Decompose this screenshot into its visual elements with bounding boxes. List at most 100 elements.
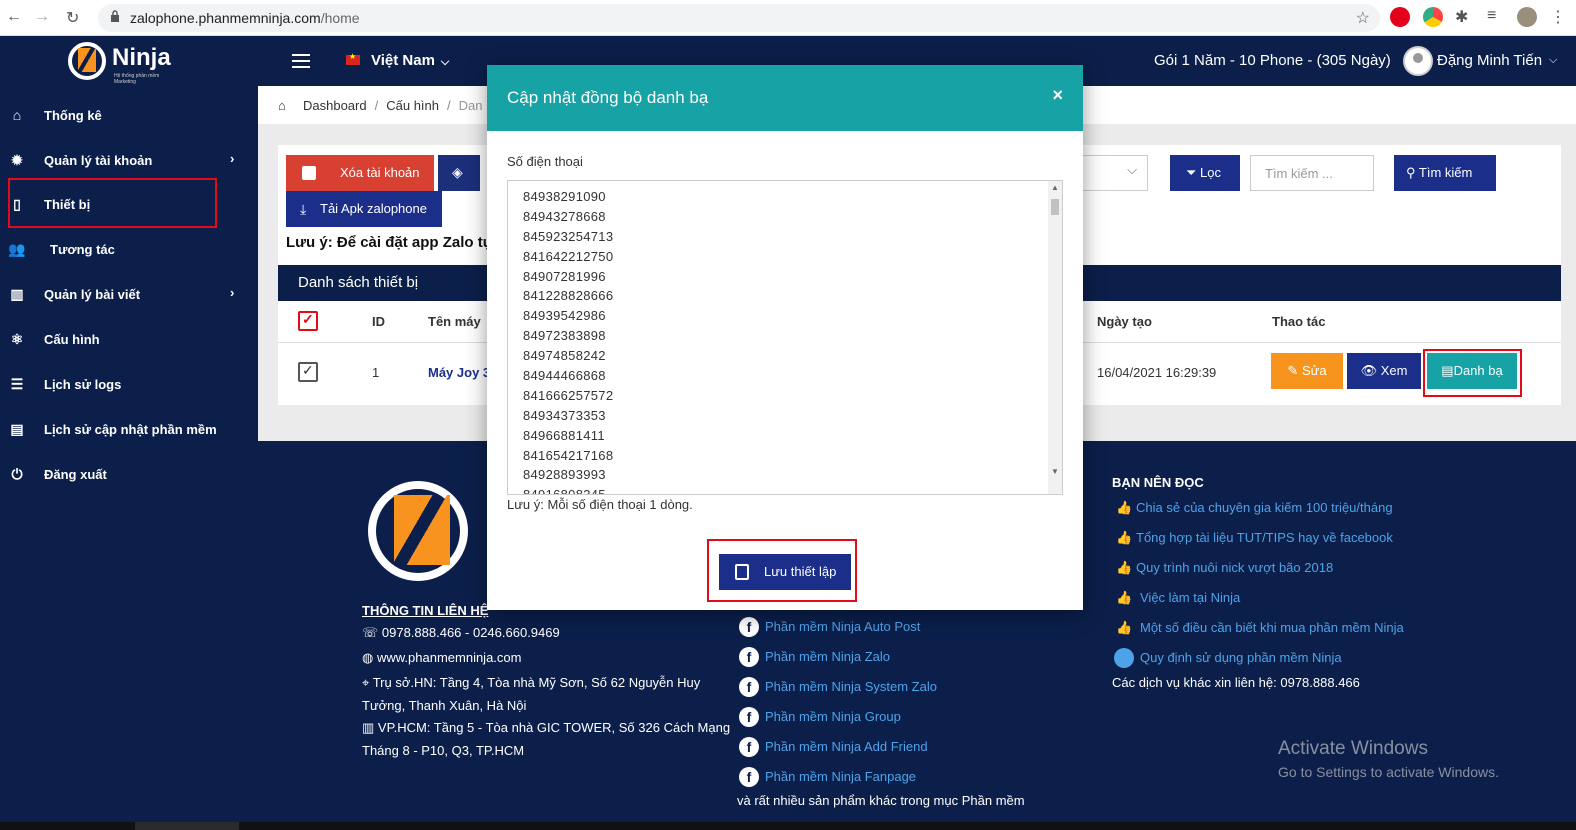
building-icon: ▥ (362, 720, 375, 735)
article-link[interactable]: Tổng hợp tài liệu TUT/TIPS hay về facebo… (1136, 530, 1393, 545)
search-input[interactable]: Tìm kiếm ... (1250, 155, 1374, 191)
home-icon: ⌂ (12, 107, 22, 123)
home-icon[interactable]: ⌂ (278, 98, 286, 113)
sync-contacts-modal: Cập nhật đồng bộ danh bạ × Số điện thoại… (487, 65, 1083, 610)
phone-line: 84938291090 (523, 189, 606, 204)
product-link[interactable]: Phần mềm Ninja System Zalo (765, 679, 937, 694)
phone-line: 84972383898 (523, 328, 606, 344)
menu-dots-icon[interactable]: ⋮ (1548, 7, 1568, 27)
phone-line: 84944466868 (523, 368, 606, 384)
address-bar[interactable]: zalophone.phanmemninja.com/home ☆ (98, 4, 1380, 32)
reading-list-icon[interactable]: ≡ (1487, 7, 1507, 27)
product-link[interactable]: Phần mềm Ninja Zalo (765, 649, 890, 664)
view-button[interactable]: 👁 Xem (1347, 353, 1421, 389)
list-icon: ☰ (10, 376, 24, 392)
phone-line: 84928893993 (523, 467, 606, 483)
plan-info: Gói 1 Năm - 10 Phone - (305 Ngày) (1154, 52, 1391, 69)
modal-note: Lưu ý: Mỗi số điện thoại 1 dòng. (507, 497, 693, 512)
gear-icon: ✹ (11, 152, 23, 168)
back-icon[interactable]: ← (6, 8, 22, 26)
bookmark-star-icon[interactable]: ☆ (1356, 8, 1370, 28)
reload-icon[interactable]: ↻ (66, 8, 79, 28)
article-link[interactable]: Quy định sử dụng phần mềm Ninja (1140, 650, 1342, 665)
edit-button[interactable]: ✎ Sửa (1271, 353, 1343, 389)
book-icon: ▥ (10, 286, 24, 302)
country-selector[interactable]: Việt Nam ⌵ (371, 52, 449, 69)
sidebar-item-quan-ly-tai-khoan[interactable]: ✹ Quản lý tài khoản › (0, 140, 258, 180)
chevron-down-icon[interactable]: ⌵ (1549, 54, 1557, 67)
forward-icon[interactable]: → (34, 8, 50, 26)
delete-account-button[interactable]: Xóa tài khoản (286, 155, 434, 191)
product-link[interactable]: Phần mềm Ninja Add Friend (765, 739, 928, 754)
textarea-scrollbar[interactable]: ▲ ▼ (1048, 181, 1062, 494)
phone-line: 845923254713 (523, 228, 614, 244)
phone-icon: ☏ (362, 625, 379, 640)
phone-line: 84943278668 (523, 208, 606, 224)
sidebar-item-dang-xuat[interactable]: ⏻ Đăng xuất (0, 454, 258, 494)
hamburger-menu-icon[interactable] (292, 54, 310, 68)
ninja-logo[interactable]: Ninja Hệ thống phần mềm Marketing (68, 40, 178, 85)
product-link[interactable]: Phần mềm Ninja Fanpage (765, 769, 916, 784)
article-link[interactable]: Việc làm tại Ninja (1140, 590, 1240, 605)
modal-header: Cập nhật đồng bộ danh bạ × (487, 65, 1083, 131)
article-link[interactable]: Chia sẻ của chuyên gia kiếm 100 triệu/th… (1136, 500, 1393, 515)
breadcrumb-dashboard[interactable]: Dashboard (303, 98, 367, 113)
facebook-icon: f (739, 617, 759, 637)
chrome-extension-icon[interactable] (1423, 7, 1443, 27)
contact-title: THÔNG TIN LIÊN HỆ (362, 603, 489, 618)
search-icon: ⚲ (1406, 165, 1416, 180)
thumbs-up-icon: 👍 (1116, 530, 1133, 545)
breadcrumb-cau-hinh[interactable]: Cấu hình (386, 98, 439, 113)
layers-button[interactable]: ◈ (438, 155, 480, 191)
article-link[interactable]: Quy trình nuôi nick vượt bão 2018 (1136, 560, 1333, 575)
contact-web[interactable]: ◍ www.phanmemninja.com (362, 650, 521, 666)
article-link[interactable]: Một số điều cần biết khi mua phần mềm Ni… (1140, 620, 1404, 635)
contact-hn: ⌖ Trụ sở.HN: Tầng 4, Tòa nhà Mỹ Sơn, Số … (362, 675, 701, 690)
phone-line: 841654217168 (523, 447, 614, 463)
highlight-box-thiet-bi (8, 178, 217, 228)
filter-button[interactable]: ⏷ Lọc (1170, 155, 1240, 191)
scroll-up-icon: ▲ (1051, 183, 1059, 192)
facebook-icon: f (739, 707, 759, 727)
row-checkbox[interactable] (298, 362, 318, 382)
delete-icon (302, 166, 316, 180)
sidebar-item-tuong-tac[interactable]: 👥 Tương tác (0, 229, 258, 269)
opera-extension-icon[interactable] (1390, 7, 1410, 27)
highlight-box-save (707, 539, 857, 602)
phone-line: 84934373353 (523, 407, 606, 423)
search-button[interactable]: ⚲ Tìm kiếm (1394, 155, 1496, 191)
sidebar-item-quan-ly-bai-viet[interactable]: ▥ Quản lý bài viết › (0, 274, 258, 314)
sidebar-item-lich-su-cap-nhat[interactable]: ▤ Lịch sử cập nhật phần mềm (0, 409, 258, 449)
puzzle-icon[interactable]: ✱ (1455, 7, 1475, 27)
product-link[interactable]: Phần mềm Ninja Auto Post (765, 619, 920, 634)
contact-hcm: ▥ VP.HCM: Tầng 5 - Tòa nhà GIC TOWER, Số… (362, 720, 731, 735)
col-actions: Thao tác (1272, 314, 1326, 329)
download-apk-button[interactable]: ⤓ Tải Apk zalophone (286, 191, 442, 227)
thumbs-up-icon: 👍 (1116, 560, 1133, 575)
sidebar-item-cau-hinh[interactable]: ⚛ Cấu hình (0, 319, 258, 359)
sidebar-item-lich-su-logs[interactable]: ☰ Lịch sử logs (0, 364, 258, 404)
facebook-icon: f (739, 647, 759, 667)
phone-line: 84966881411 (523, 427, 605, 443)
user-avatar[interactable] (1403, 46, 1433, 76)
layers-icon: ◈ (452, 164, 463, 180)
profile-avatar[interactable] (1517, 7, 1537, 27)
contact-hn-2: Tưởng, Thanh Xuân, Hà Nội (362, 698, 527, 713)
close-icon[interactable]: × (1052, 85, 1063, 106)
phone-line: 84916808345 (523, 487, 606, 495)
phone-textarea[interactable]: 84938291090 84943278668 845923254713 841642… (507, 180, 1063, 495)
users-icon: 👥 (8, 241, 26, 257)
footer-logo (368, 481, 498, 611)
col-created: Ngày tạo (1097, 314, 1152, 329)
row-id: 1 (372, 365, 380, 380)
device-name-link[interactable]: Máy Joy 3 (428, 365, 490, 380)
globe-icon: ◍ (362, 650, 374, 665)
user-name[interactable]: Đặng Minh Tiến (1437, 52, 1542, 69)
phone-line: 841228828666 (523, 288, 614, 304)
filter-select[interactable] (1072, 155, 1148, 191)
breadcrumb-current: Dan (458, 98, 483, 113)
power-icon: ⏻ (11, 466, 23, 482)
sidebar-item-thong-ke[interactable]: ⌂ Thống kê (0, 95, 258, 135)
select-all-checkbox[interactable] (298, 311, 318, 331)
product-link[interactable]: Phần mềm Ninja Group (765, 709, 901, 724)
